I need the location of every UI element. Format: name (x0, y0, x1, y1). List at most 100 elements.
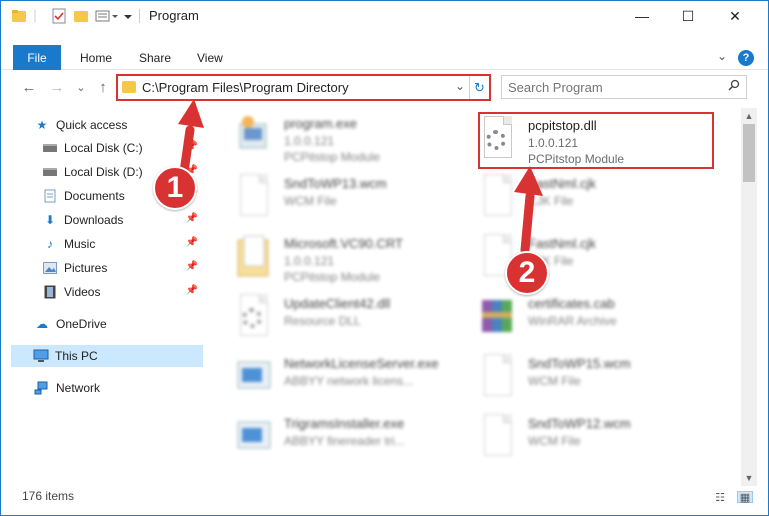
file-item-certificates-cab[interactable]: certificates.cab WinRAR Archive (478, 290, 718, 346)
chevron-down-icon[interactable] (123, 8, 133, 24)
document-icon (478, 414, 518, 460)
explorer-window: Program — ☐ ✕ File Home Share View ⌄ ? ←… (0, 0, 769, 516)
step-2-badge: 2 (505, 251, 549, 295)
up-button[interactable]: ↑ (93, 77, 113, 97)
file-detail: Resource DLL (284, 314, 361, 328)
title-separator (139, 9, 140, 23)
file-item-updateclient42[interactable]: UpdateClient42.dll Resource DLL (234, 290, 474, 346)
nav-label: Pictures (64, 261, 108, 275)
file-detail: WinRAR Archive (528, 314, 617, 328)
new-folder-icon[interactable] (73, 8, 89, 24)
close-button[interactable]: ✕ (712, 1, 758, 31)
title-bar: Program — ☐ ✕ (1, 1, 768, 31)
file-name: Microsoft.VC90.CRT (284, 236, 403, 251)
file-item-sndtowp15[interactable]: SndToWP15.wcm WCM File (478, 350, 718, 406)
folder-doc-icon (234, 234, 274, 280)
address-bar[interactable]: C:\Program Files\Program Directory ⌄ ↻ (116, 74, 491, 101)
file-item-program-exe[interactable]: program.exe 1.0.0.121 PCPitstop Module (234, 110, 474, 166)
search-box[interactable] (501, 75, 747, 99)
nav-label: This PC (55, 349, 98, 363)
file-detail: PCPitstop Module (284, 270, 381, 284)
nav-label: Quick access (56, 118, 128, 132)
network-icon (34, 381, 50, 395)
file-detail: ABBYY finereader tri... (284, 434, 405, 448)
scrollbar-thumb[interactable] (743, 124, 755, 182)
nav-item-downloads[interactable]: ⬇ Downloads 📌 (42, 209, 202, 231)
videos-icon (42, 285, 58, 299)
refresh-button[interactable]: ↻ (469, 76, 489, 99)
search-input[interactable] (508, 78, 718, 96)
scroll-up-icon[interactable]: ▲ (741, 108, 757, 124)
star-icon: ★ (36, 118, 48, 132)
file-detail: PCPitstop Module (284, 150, 381, 164)
music-icon: ♪ (47, 237, 53, 251)
tab-home[interactable]: Home (80, 45, 112, 70)
tab-share[interactable]: Share (139, 45, 171, 70)
computer-icon (33, 349, 49, 363)
pictures-icon (42, 261, 58, 275)
nav-item-onedrive[interactable]: ☁ OneDrive (34, 313, 234, 335)
details-view-icon[interactable]: ☷ (712, 491, 728, 504)
file-item-sndtowp12[interactable]: SndToWP12.wcm WCM File (478, 410, 718, 466)
documents-icon (42, 189, 58, 203)
file-detail: CJK File (528, 194, 574, 208)
file-item-networklicenseserver[interactable]: NetworkLicenseServer.exe ABBYY network l… (234, 350, 474, 406)
file-item-vc90-crt[interactable]: Microsoft.VC90.CRT 1.0.0.121 PCPitstop M… (234, 230, 474, 286)
file-name: UpdateClient42.dll (284, 296, 391, 311)
nav-label: Local Disk (D:) (64, 165, 143, 179)
pin-icon: 📌 (185, 285, 198, 296)
file-item-sndtowp13[interactable]: SndToWP13.wcm WCM File (234, 170, 474, 226)
back-button[interactable]: ← (19, 77, 39, 97)
file-name: SndToWP12.wcm (528, 416, 631, 431)
expand-ribbon-icon[interactable]: ⌄ (717, 49, 727, 63)
customize-toolbar-icon[interactable] (95, 8, 119, 24)
nav-label: Music (64, 237, 96, 251)
tab-file[interactable]: File (13, 45, 61, 70)
maximize-button[interactable]: ☐ (665, 1, 711, 31)
document-icon (234, 174, 274, 220)
recent-locations-button[interactable]: ⌄ (71, 77, 91, 97)
nav-item-quick-access[interactable]: ★ Quick access (34, 114, 234, 136)
properties-icon[interactable] (51, 8, 67, 24)
help-icon[interactable]: ? (738, 50, 754, 66)
nav-label: Local Disk (C:) (64, 141, 143, 155)
folder-icon[interactable] (11, 8, 27, 24)
nav-item-network[interactable]: Network (34, 377, 234, 399)
scroll-down-icon[interactable]: ▼ (741, 470, 757, 486)
search-icon[interactable] (728, 79, 740, 94)
forward-button[interactable]: → (47, 77, 67, 97)
minimize-button[interactable]: — (619, 1, 665, 31)
address-dropdown[interactable]: ⌄ (455, 79, 465, 93)
file-detail: 1.0.0.121 (284, 134, 335, 148)
file-detail: WCM File (284, 194, 337, 208)
window-title: Program (149, 8, 199, 23)
file-detail: ABBYY network licens... (284, 374, 414, 388)
file-highlight-box (478, 112, 714, 169)
vertical-scrollbar[interactable]: ▲ ▼ (741, 108, 757, 486)
file-name: NetworkLicenseServer.exe (284, 356, 439, 371)
nav-item-videos[interactable]: Videos 📌 (42, 281, 202, 303)
application-icon (234, 354, 274, 400)
file-name: FastNml.cjk (528, 236, 596, 251)
nav-label: Downloads (64, 213, 124, 227)
address-path[interactable]: C:\Program Files\Program Directory (142, 80, 349, 95)
download-icon: ⬇ (44, 213, 56, 227)
drive-icon (42, 165, 58, 179)
tab-view[interactable]: View (197, 45, 223, 70)
nav-item-local-disk-c[interactable]: Local Disk (C:) 📌 (42, 137, 202, 159)
file-item-fastnml-1[interactable]: FastNml.cjk CJK File (478, 170, 718, 226)
nav-item-music[interactable]: ♪ Music 📌 (42, 233, 202, 255)
nav-item-this-pc[interactable]: This PC (11, 345, 203, 367)
drive-icon (42, 141, 58, 155)
dll-gear-icon (234, 294, 274, 340)
file-detail: WCM File (528, 434, 581, 448)
archive-icon (478, 294, 518, 340)
file-detail: 1.0.0.121 (284, 254, 335, 268)
file-name: SndToWP15.wcm (528, 356, 631, 371)
folder-icon (122, 81, 136, 93)
item-count: 176 items (22, 489, 75, 503)
file-item-trigramsinstaller[interactable]: TrigramsInstaller.exe ABBYY finereader t… (234, 410, 474, 466)
large-icons-view-icon[interactable]: ▦ (737, 491, 753, 504)
nav-item-pictures[interactable]: Pictures 📌 (42, 257, 202, 279)
pin-icon: 📌 (185, 141, 198, 152)
